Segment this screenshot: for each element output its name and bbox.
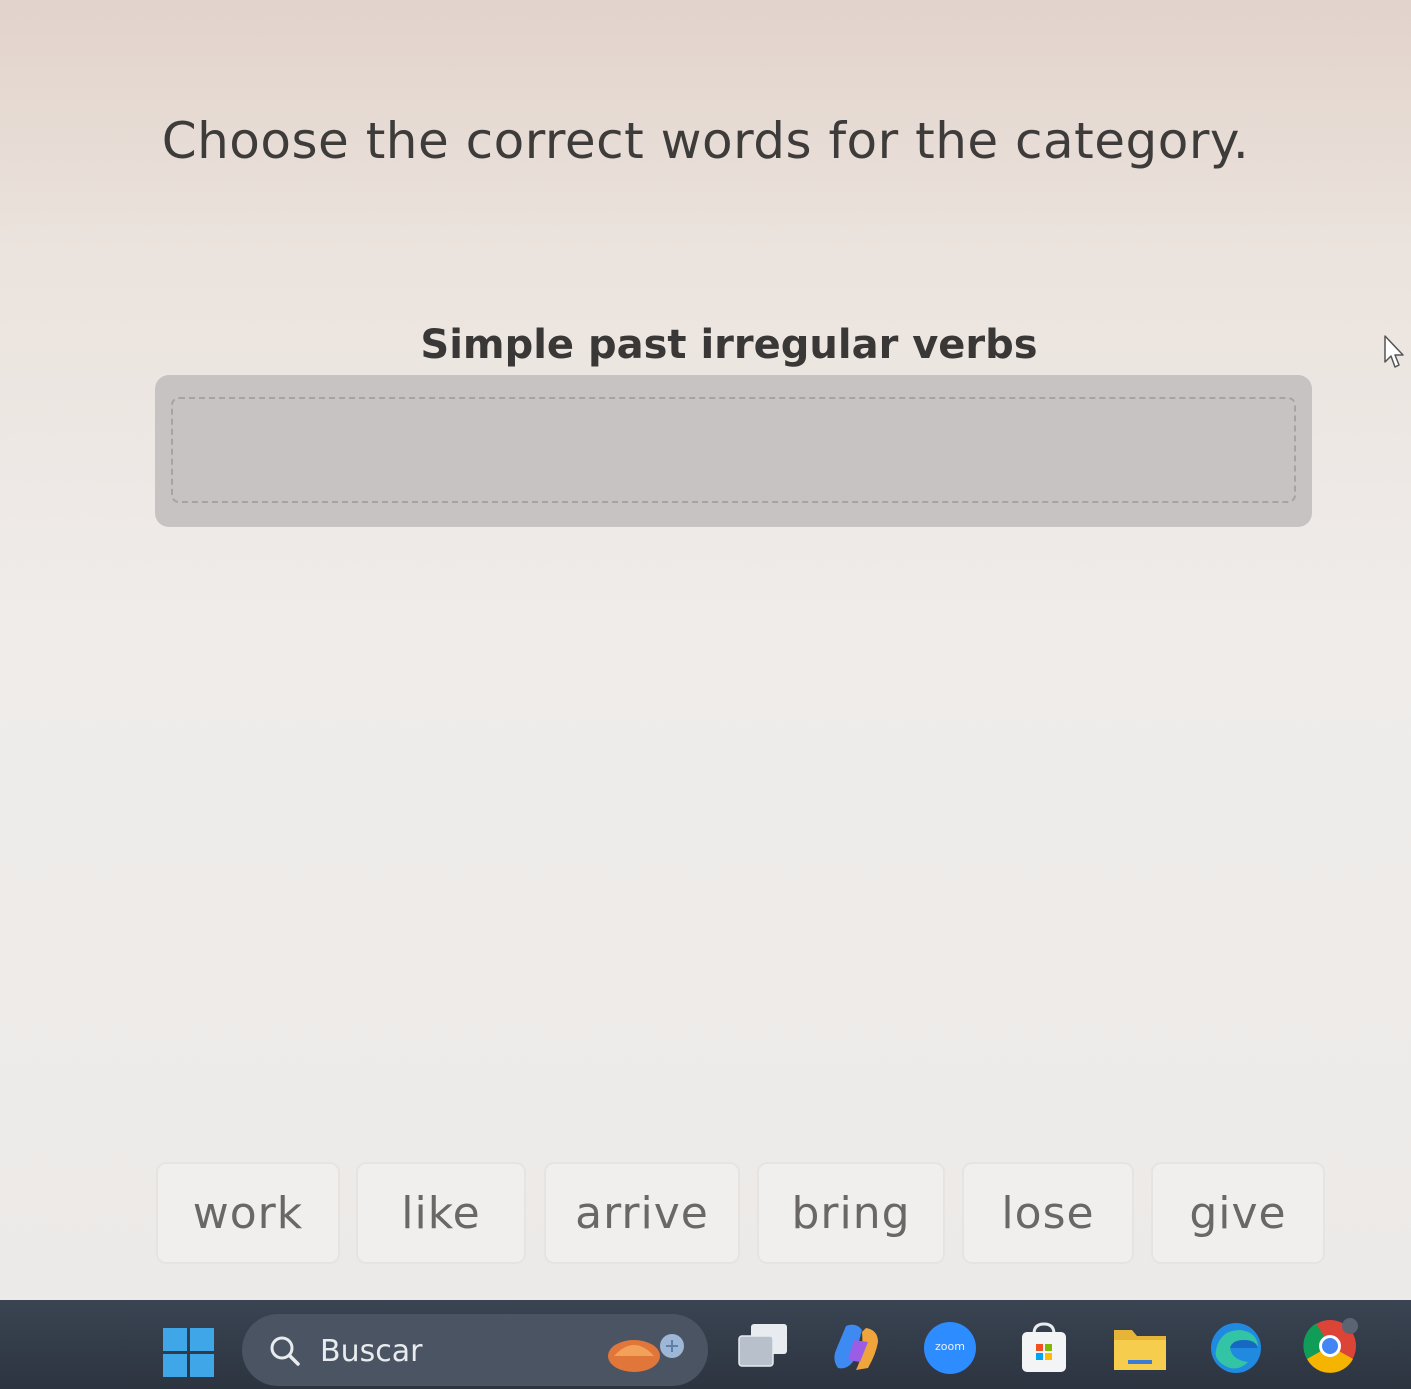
chrome-icon[interactable] (1302, 1318, 1358, 1374)
word-card-label: give (1189, 1187, 1287, 1239)
word-card-give[interactable]: give (1151, 1162, 1325, 1264)
word-card-like[interactable]: like (356, 1162, 526, 1264)
edge-icon[interactable] (1208, 1320, 1264, 1376)
word-card-arrive[interactable]: arrive (544, 1162, 740, 1264)
word-card-lose[interactable]: lose (962, 1162, 1134, 1264)
word-card-label: like (401, 1187, 481, 1239)
search-icon (270, 1336, 300, 1366)
category-title: Simple past irregular verbs (420, 322, 1038, 368)
category-drop-zone[interactable] (155, 375, 1312, 527)
instruction-text: Choose the correct words for the categor… (161, 112, 1250, 170)
word-card-work[interactable]: work (156, 1162, 340, 1264)
word-card-label: bring (791, 1187, 911, 1239)
taskbar-search-box[interactable]: Buscar (242, 1314, 708, 1386)
word-card-label: work (192, 1187, 304, 1239)
file-explorer-icon[interactable] (1112, 1320, 1168, 1376)
word-card-label: arrive (575, 1187, 709, 1239)
word-card-bring[interactable]: bring (757, 1162, 945, 1264)
zoom-icon[interactable]: zoom (924, 1322, 976, 1374)
windows-start-icon[interactable] (163, 1328, 215, 1378)
zoom-icon-label: zoom (935, 1340, 965, 1353)
copilot-icon[interactable] (828, 1320, 884, 1376)
mouse-cursor-icon (1384, 335, 1404, 368)
taskbar: Buscar zoom (0, 1300, 1411, 1389)
search-box-label: Buscar (320, 1334, 423, 1369)
word-card-label: lose (1001, 1187, 1095, 1239)
search-highlight-icon (608, 1334, 684, 1372)
drop-zone-dashed-area[interactable] (171, 397, 1296, 503)
task-view-icon[interactable] (735, 1320, 791, 1376)
word-bank: work like arrive bring lose give (0, 1162, 1411, 1266)
store-icon[interactable] (1016, 1320, 1072, 1376)
